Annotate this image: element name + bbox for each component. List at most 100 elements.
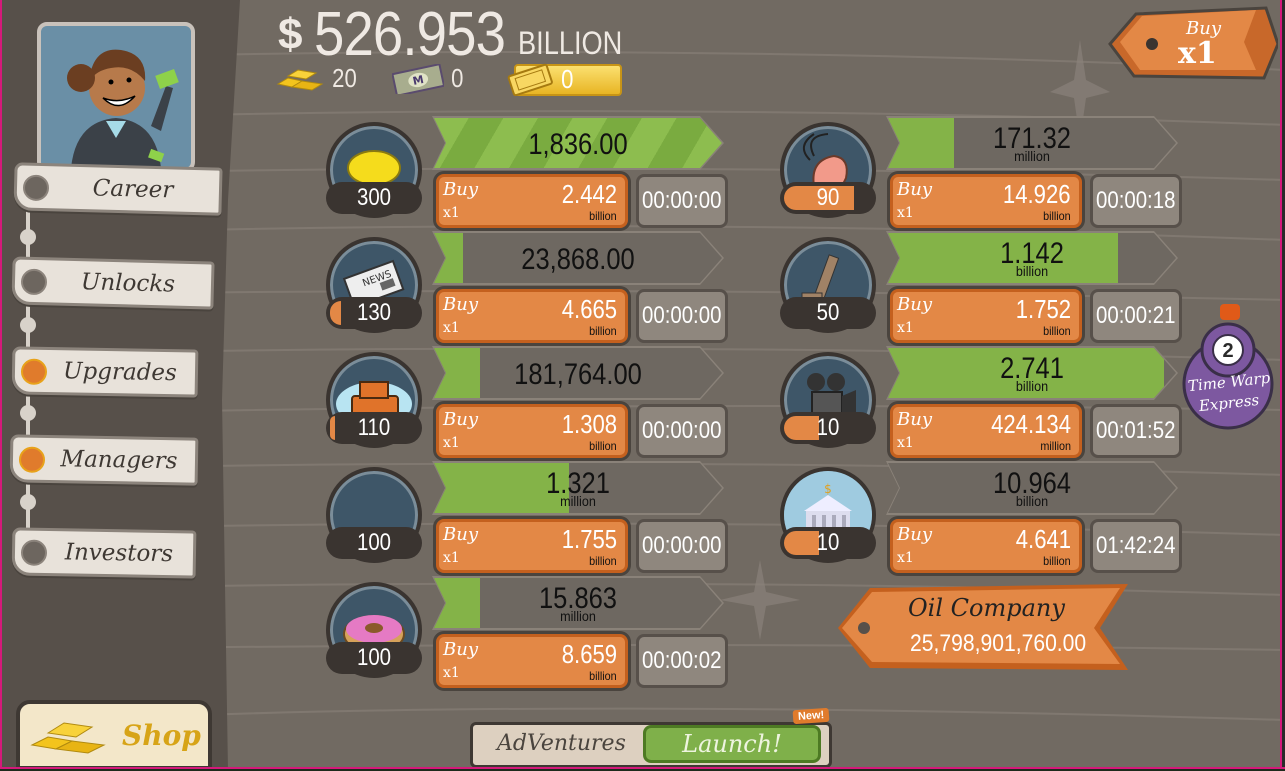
buy-multiplier-button[interactable]: Buy x1 [1106,4,1280,80]
next-unlock-cost: 25,798,901,760.00 [910,630,1087,657]
gold-currency: 20 [276,63,359,94]
owned-count: 300 [326,182,422,214]
buy-business-button[interactable]: Buy x1 4.641 billion [890,519,1082,573]
owned-count-value: 50 [816,299,840,326]
buy-price-unit: billion [589,554,617,568]
money-display: $ 526.953 BILLION [278,4,640,66]
launch-button[interactable]: Launch! [643,725,821,763]
ticket-icon [507,63,553,96]
sidebar-item-label: Upgrades [62,358,178,387]
window-border [0,0,2,771]
revenue-progress-bar[interactable]: 15.863 million [434,578,722,628]
buy-price: 1.752 [1015,294,1071,324]
buy-business-button[interactable]: Buy x1 8.659 billion [436,634,628,688]
buy-label: Buy [443,524,478,545]
revenue-progress-bar[interactable]: 171.32 million [888,118,1176,168]
revenue-progress-bar[interactable]: 10.964 billion [888,463,1176,513]
buy-price: 424.134 [991,409,1071,439]
buy-price: 4.641 [1015,524,1071,554]
cycle-timer: 00:00:00 [636,289,728,343]
sidebar-item-label: Managers [60,446,178,475]
window-border [1280,0,1285,771]
buy-business-button[interactable]: Buy x1 2.442 billion [436,174,628,228]
money-unit: BILLION [517,25,622,61]
buy-price: 4.665 [561,294,617,324]
buy-price-unit: billion [589,324,617,338]
buy-multiplier: x1 [443,665,460,681]
time-warp-button[interactable]: 2 Time Warp Express [1178,300,1278,432]
buy-multiplier: x1 [443,320,460,336]
sidebar-item-managers[interactable]: Managers [9,434,199,486]
buy-label: Buy [443,294,478,315]
buy-label: Buy [897,294,932,315]
owned-count-value: 90 [816,184,840,211]
sidebar-item-unlocks[interactable]: Unlocks [11,256,215,310]
sidebar-item-label: Investors [64,539,174,568]
cycle-timer: 01:42:24 [1090,519,1182,573]
career-avatar[interactable] [37,22,195,172]
business-row: 10 2.741 billion Buy x1 424.134 million … [780,346,1186,458]
nav-connector-dot [20,229,36,245]
owned-count: 130 [326,297,422,329]
buy-multiplier-value: x1 [1178,36,1217,71]
business-row: 100 1.321 million Buy x1 1.755 billion 0… [326,461,732,573]
timer-value: 00:00:00 [642,532,722,559]
timer-value: 00:00:02 [642,647,722,674]
nav-connector-dot [20,317,36,333]
revenue-progress-bar[interactable]: 1,836.00 [434,118,722,168]
timer-value: 00:00:00 [642,187,722,214]
buy-price: 14.926 [1003,179,1071,209]
sidebar-item-upgrades[interactable]: Upgrades [11,346,199,398]
owned-count: 110 [326,412,422,444]
buy-multiplier: x1 [443,435,460,451]
revenue-progress-bar[interactable]: 1.321 million [434,463,722,513]
revenue-progress-bar[interactable]: 23,868.00 [434,233,722,283]
timer-value: 00:00:00 [642,417,722,444]
buy-business-button[interactable]: Buy x1 1.755 billion [436,519,628,573]
sidebar-item-label: Unlocks [80,269,176,298]
buy-price: 2.442 [561,179,617,209]
gold-count: 20 [332,63,357,93]
revenue-value: 181,764.00 [514,358,642,391]
revenue-unit: million [1014,148,1050,164]
business-row: 50 1.142 billion Buy x1 1.752 billion 00… [780,231,1186,343]
timer-value: 00:01:52 [1096,417,1176,444]
revenue-unit: billion [1015,493,1049,509]
buy-business-button[interactable]: Buy x1 14.926 billion [890,174,1082,228]
revenue-progress-bar[interactable]: 181,764.00 [434,348,722,398]
notification-indicator [20,268,48,296]
nav-connector-dot [20,494,36,510]
sidebar-item-investors[interactable]: Investors [11,527,197,579]
buy-business-button[interactable]: Buy x1 1.752 billion [890,289,1082,343]
business-row: 100 15.863 million Buy x1 8.659 billion … [326,576,732,688]
buy-price: 1.755 [561,524,617,554]
owned-count-value: 300 [356,184,392,211]
buy-business-button[interactable]: Buy x1 4.665 billion [436,289,628,343]
nav-connector-dot [20,405,36,421]
buy-price-unit: million [1040,439,1071,453]
megabucks-icon: M [392,63,444,94]
owned-count: 90 [780,182,876,214]
buy-business-button[interactable]: Buy x1 424.134 million [890,404,1082,458]
revenue-progress-bar[interactable]: 1.142 billion [888,233,1176,283]
shop-button[interactable]: Shop [16,700,212,770]
buy-label: Buy [897,409,932,430]
megabucks-count: 0 [451,63,464,93]
time-warp-count: 2 [1222,340,1234,362]
launch-label: Launch! [682,730,782,758]
buy-business-button[interactable]: Buy x1 1.308 billion [436,404,628,458]
svg-text:$: $ [824,482,832,496]
buy-label: Buy [897,524,932,545]
megabucks-currency: M 0 [392,63,464,94]
gold-bars-icon [276,68,324,91]
buy-multiplier: x1 [897,435,914,451]
revenue-progress-bar[interactable]: 2.741 billion [888,348,1176,398]
sidebar-item-career[interactable]: Career [13,162,223,216]
buy-multiplier: x1 [443,205,460,221]
owned-count: 10 [780,412,876,444]
revenue-unit: billion [1015,378,1049,394]
new-badge: New! [792,707,830,725]
owned-count-value: 110 [357,414,391,441]
ticket-count: 0 [561,63,574,94]
adventures-panel: AdVentures Launch! New! [470,707,832,768]
